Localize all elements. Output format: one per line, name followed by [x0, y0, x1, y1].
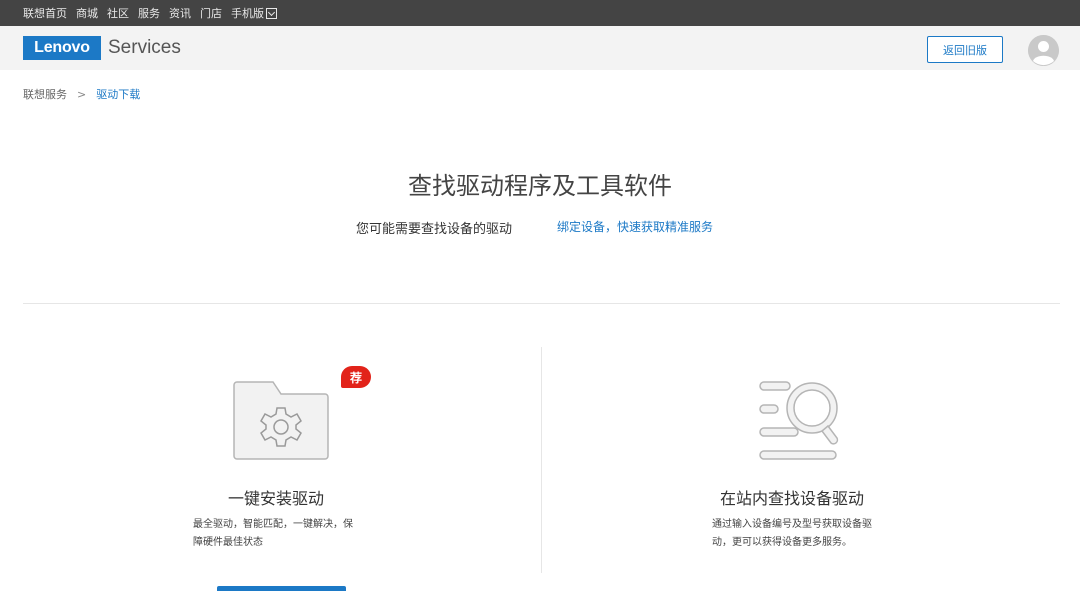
search-desc-line1: 通过输入设备编号及型号获取设备驱	[712, 519, 872, 530]
install-desc-line1: 最全驱动，智能匹配，一键解决，保	[193, 519, 353, 530]
page-title: 查找驱动程序及工具软件	[408, 172, 672, 200]
hero-subtitle: 您可能需要查找设备的驱动	[356, 222, 513, 237]
recommended-badge: 荐	[341, 366, 371, 388]
install-driver-desc: 最全驱动，智能匹配，一键解决，保 障硬件最佳状态	[193, 516, 353, 552]
install-desc-line2: 障硬件最佳状态	[193, 537, 263, 548]
top-link-news[interactable]: 资讯	[169, 5, 191, 21]
chevron-down-icon	[266, 7, 277, 19]
top-nav-links: 联想首页 商城 社区 服务 资讯 门店 手机版	[23, 0, 286, 26]
top-nav-bar: 联想首页 商城 社区 服务 资讯 门店 手机版	[0, 0, 1080, 26]
search-desc-line2: 动，更可以获得设备更多服务。	[712, 537, 852, 548]
top-link-mall[interactable]: 商城	[76, 5, 98, 21]
breadcrumb-current[interactable]: 驱动下载	[96, 86, 140, 102]
top-link-stores[interactable]: 门店	[200, 5, 222, 21]
section-divider	[23, 303, 1060, 304]
breadcrumb: 联想服务 > 驱动下载	[23, 86, 140, 102]
search-list-icon	[759, 381, 839, 460]
top-link-home[interactable]: 联想首页	[23, 5, 67, 21]
bind-device-link[interactable]: 绑定设备，快速获取精准服务	[557, 218, 713, 235]
search-driver-title: 在站内查找设备驱动	[720, 489, 865, 508]
site-header: Lenovo Services 返回旧版	[0, 26, 1080, 70]
return-old-version-button[interactable]: 返回旧版	[927, 36, 1003, 63]
card-divider	[541, 347, 542, 573]
breadcrumb-separator: >	[77, 87, 87, 101]
top-link-community[interactable]: 社区	[107, 5, 129, 21]
mobile-label: 手机版	[231, 7, 264, 20]
services-title: Services	[108, 37, 181, 58]
user-icon	[1028, 35, 1059, 66]
folder-gear-icon	[233, 381, 329, 460]
top-link-service[interactable]: 服务	[138, 5, 160, 21]
install-driver-button[interactable]	[217, 586, 346, 591]
lenovo-logo[interactable]: Lenovo	[23, 36, 101, 60]
install-driver-title: 一键安装驱动	[228, 489, 325, 508]
avatar[interactable]	[1028, 35, 1059, 66]
top-link-mobile[interactable]: 手机版	[231, 5, 277, 21]
breadcrumb-home[interactable]: 联想服务	[23, 86, 67, 102]
search-driver-desc: 通过输入设备编号及型号获取设备驱 动，更可以获得设备更多服务。	[712, 516, 872, 552]
